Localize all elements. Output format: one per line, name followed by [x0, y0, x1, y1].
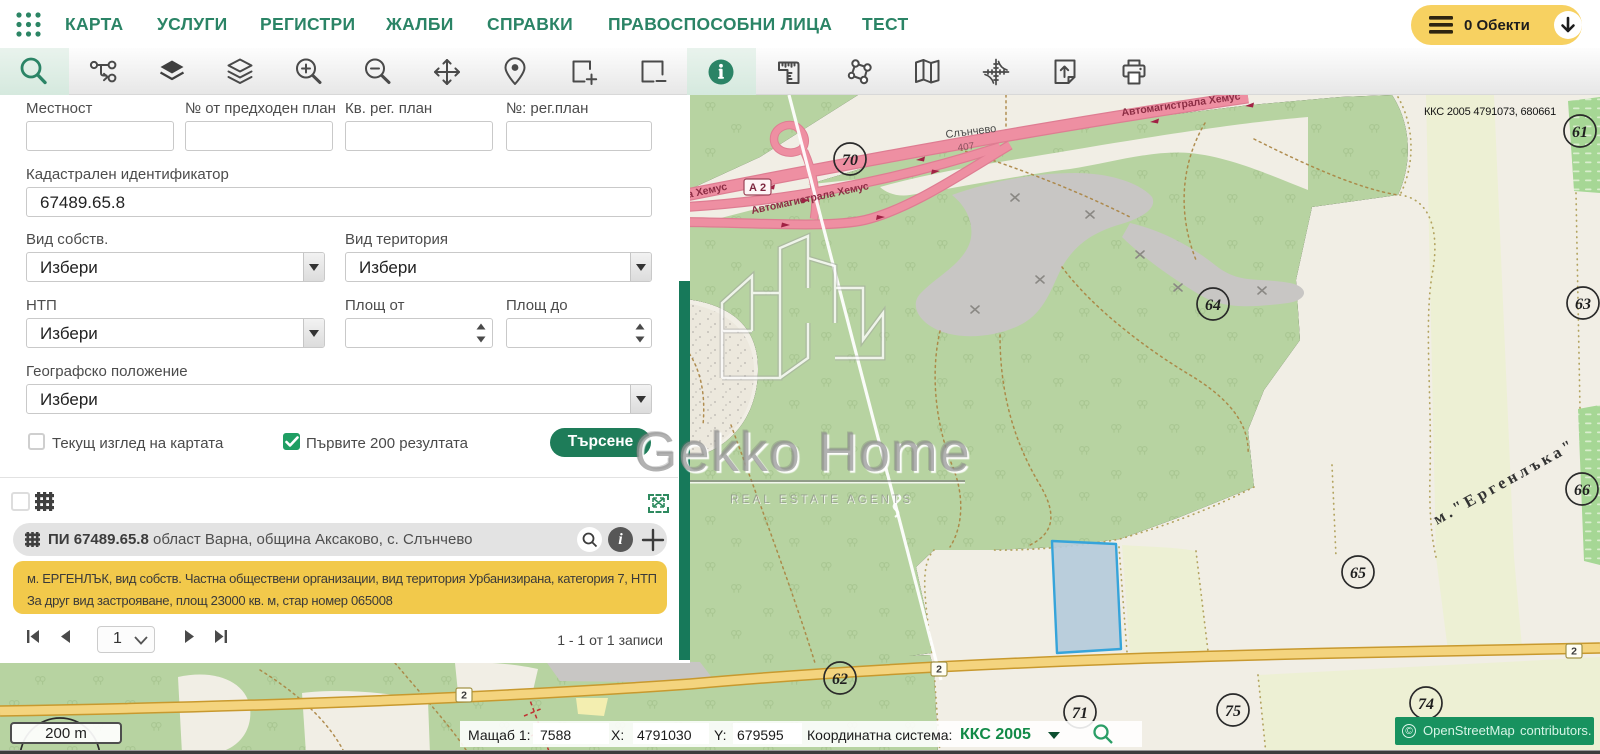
svg-text:66: 66	[1574, 482, 1590, 499]
svg-text:74: 74	[1418, 696, 1434, 713]
svg-text:ККС 2005 4791073, 680661: ККС 2005 4791073, 680661	[1424, 106, 1556, 118]
svg-text:62: 62	[832, 671, 848, 688]
svg-text:407: 407	[957, 141, 975, 154]
svg-text:2: 2	[461, 690, 467, 702]
svg-text:64: 64	[1205, 297, 1221, 314]
svg-text:71: 71	[1072, 705, 1088, 722]
svg-text:63: 63	[1575, 296, 1591, 313]
svg-text:2: 2	[936, 664, 942, 676]
svg-text:61: 61	[1572, 124, 1588, 141]
svg-text:75: 75	[1225, 703, 1241, 720]
svg-text:А 2: А 2	[749, 182, 766, 194]
svg-text:70: 70	[842, 152, 858, 169]
svg-text:65: 65	[1350, 565, 1366, 582]
svg-text:2: 2	[1571, 646, 1577, 658]
